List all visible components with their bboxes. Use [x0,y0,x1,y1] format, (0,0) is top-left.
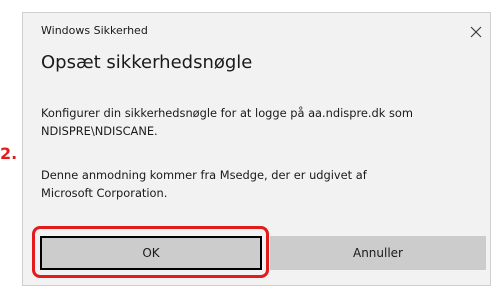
dialog-title: Windows Sikkerhed [41,24,148,37]
ok-button[interactable]: OK [40,236,262,270]
message-line: Konfigurer din sikkerhedsnøgle for at lo… [41,106,413,120]
message-line: Denne anmodning kommer fra Msedge, der e… [41,168,367,182]
dialog-heading: Opsæt sikkerhedsnøgle [41,52,253,73]
message-line: NDISPRE\NDISCANE. [41,124,158,138]
message-line: Microsoft Corporation. [41,186,168,200]
cancel-button[interactable]: Annuller [270,236,486,270]
close-icon[interactable] [470,26,482,38]
request-origin-message: Denne anmodning kommer fra Msedge, der e… [41,166,481,202]
configure-message: Konfigurer din sikkerhedsnøgle for at lo… [41,104,481,140]
step-number-annotation: 2. [0,144,18,163]
